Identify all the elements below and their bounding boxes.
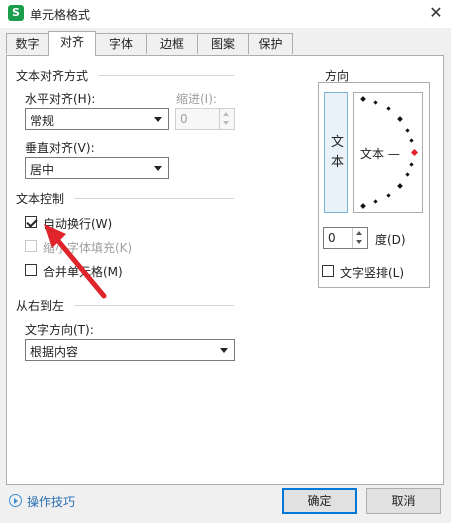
title-bar: S 单元格格式 ✕ [0,0,451,28]
dial-point [373,100,378,105]
play-circle-icon[interactable] [9,494,22,507]
indent-stepper[interactable]: 0 [175,108,235,130]
dial-point [409,162,414,167]
dial-point [397,183,403,189]
dial-point [386,106,391,111]
cancel-button[interactable]: 取消 [366,488,441,514]
tab-alignment[interactable]: 对齐 [48,31,96,56]
degree-value: 0 [328,231,336,245]
annotation-arrow-icon [44,224,107,299]
vertical-align-select[interactable]: 居中 [25,157,169,179]
text-direction-select[interactable]: 根据内容 [25,339,235,361]
tab-border[interactable]: 边框 [146,33,198,54]
tab-number[interactable]: 数字 [6,33,49,54]
chevron-down-icon [223,121,229,125]
dial-handle[interactable] [410,148,419,157]
dial-point [405,128,410,133]
text-direction-value: 根据内容 [30,345,79,359]
text-control-section-title: 文本控制 [16,192,65,206]
orientation-dial[interactable]: 文本 — [353,92,423,213]
ok-button[interactable]: 确定 [282,488,357,514]
app-icon: S [8,5,24,21]
tips-link[interactable]: 操作技巧 [27,493,75,510]
dial-point [397,116,403,122]
stepper-buttons[interactable] [352,228,367,248]
dial-point [386,193,391,198]
chevron-up-icon [356,231,362,235]
chevron-down-icon [220,348,228,353]
vertical-align-value: 居中 [30,163,55,177]
text-direction-label: 文字方向(T): [25,323,94,337]
alignment-section-title: 文本对齐方式 [16,69,89,83]
checkmark-icon [26,216,38,228]
chevron-up-icon [223,112,229,116]
stepper-buttons[interactable] [219,109,234,129]
chevron-down-icon [154,117,162,122]
degree-label: 度(D) [375,233,406,247]
wrap-text-checkbox[interactable] [25,216,38,228]
horizontal-align-label: 水平对齐(H): [25,92,96,106]
shrink-to-fit-checkbox[interactable] [25,240,37,252]
dial-text: 文本 — [360,147,400,161]
play-icon [14,498,18,504]
vertical-align-label: 垂直对齐(V): [25,141,95,155]
dial-point [373,199,378,204]
divider [74,198,234,199]
divider [74,305,234,306]
close-icon[interactable]: ✕ [427,4,445,22]
indent-label: 缩进(I): [176,92,217,106]
horizontal-align-select[interactable]: 常规 [25,108,169,130]
dial-point [360,203,366,209]
vertical-text-button[interactable]: 文 本 [324,92,348,213]
dial-point [405,172,410,177]
degree-stepper[interactable]: 0 [323,227,368,249]
divider [98,75,234,76]
tab-font[interactable]: 字体 [95,33,147,54]
vertical-text-char: 文 [331,135,345,150]
merge-cells-checkbox[interactable] [25,264,37,276]
dial-point [409,138,414,143]
tab-pattern[interactable]: 图案 [197,33,249,54]
horizontal-align-value: 常规 [30,114,55,128]
vertical-text-char: 本 [331,155,345,170]
dial-point [360,96,366,102]
vertical-stack-label[interactable]: 文字竖排(L) [340,264,404,281]
chevron-down-icon [154,166,162,171]
vertical-stack-checkbox[interactable] [322,265,334,277]
chevron-down-icon [356,240,362,244]
tab-protection[interactable]: 保护 [248,33,293,54]
window-title: 单元格格式 [30,8,91,22]
indent-value: 0 [180,112,188,126]
